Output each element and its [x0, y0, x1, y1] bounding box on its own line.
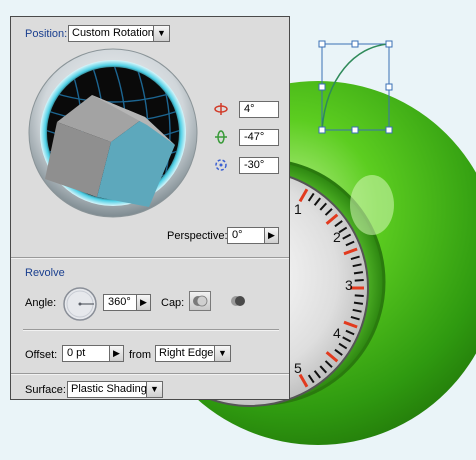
- cap-label: Cap:: [161, 297, 185, 309]
- z-axis-rotate-icon: [215, 159, 227, 171]
- selection-handle[interactable]: [385, 126, 393, 134]
- cap-off-icon[interactable]: [228, 292, 248, 310]
- selection-handle[interactable]: [318, 83, 326, 91]
- gauge-tick: [354, 294, 364, 297]
- cap-on-button[interactable]: [189, 291, 211, 311]
- gauge-tick: [353, 271, 364, 275]
- selection-handle[interactable]: [385, 40, 393, 48]
- revolve-options-panel: Position: Custom Rotation ▼ 4° -47° -30°…: [10, 16, 290, 400]
- rotate-x-field[interactable]: 4°: [239, 101, 279, 118]
- selection-handle[interactable]: [385, 83, 393, 91]
- rotate-z-field[interactable]: -30°: [239, 157, 279, 174]
- gauge-label: 3: [345, 277, 353, 293]
- from-label: from: [129, 349, 151, 361]
- angle-dial[interactable]: [62, 286, 98, 322]
- gauge-label: 5: [294, 360, 302, 376]
- section-divider: [11, 257, 289, 259]
- perspective-value: 0°: [232, 229, 243, 241]
- gauge-label: 4: [333, 325, 341, 341]
- rotate-z-value: -30°: [244, 159, 265, 171]
- gauge-tick: [353, 301, 364, 305]
- offset-from-dropdown[interactable]: Right Edge ▼: [155, 345, 231, 362]
- surface-value: Plastic Shading: [71, 383, 147, 395]
- chevron-right-icon: ▶: [113, 348, 120, 358]
- gauge-label: 1: [294, 201, 302, 217]
- offset-value: 0 pt: [67, 347, 86, 359]
- offset-field[interactable]: 0 pt: [62, 345, 110, 362]
- rotate-y-value: -47°: [244, 131, 265, 143]
- surface-label: Surface:: [25, 384, 66, 396]
- chevron-down-icon: ▼: [214, 346, 230, 361]
- position-label: Position:: [25, 28, 68, 40]
- angle-label: Angle:: [25, 297, 57, 309]
- revolve-title: Revolve: [25, 267, 65, 279]
- offset-from-value: Right Edge: [159, 347, 214, 359]
- perspective-label: Perspective:: [167, 230, 228, 242]
- inner-divider: [23, 329, 279, 331]
- chevron-down-icon: ▼: [146, 382, 162, 397]
- offset-stepper[interactable]: ▶: [109, 345, 124, 362]
- selection-handle[interactable]: [351, 40, 359, 48]
- sphere-highlight: [350, 175, 394, 235]
- rotate-y-field[interactable]: -47°: [239, 129, 279, 146]
- selection-handle[interactable]: [318, 40, 326, 48]
- selection-handle[interactable]: [351, 126, 359, 134]
- y-axis-rotate-icon: [215, 130, 227, 144]
- section-divider: [11, 373, 289, 375]
- chevron-right-icon: ▶: [140, 297, 147, 307]
- position-preset-dropdown[interactable]: Custom Rotation ▼: [68, 25, 170, 42]
- angle-field[interactable]: 360°: [103, 294, 137, 311]
- position-preset-value: Custom Rotation: [72, 27, 154, 39]
- chevron-right-icon: ▶: [268, 230, 275, 240]
- x-axis-rotate-icon: [214, 103, 228, 115]
- offset-label: Offset:: [25, 349, 58, 361]
- gauge-tick: [354, 279, 364, 282]
- track-cube[interactable]: [27, 47, 199, 219]
- angle-stepper[interactable]: ▶: [136, 294, 151, 311]
- gauge-label: 2: [333, 229, 341, 245]
- cap-on-icon: [193, 295, 208, 307]
- chevron-down-icon: ▼: [153, 26, 169, 41]
- rotate-x-value: 4°: [244, 103, 255, 115]
- selection-handle[interactable]: [318, 126, 326, 134]
- surface-dropdown[interactable]: Plastic Shading ▼: [67, 381, 163, 398]
- perspective-stepper[interactable]: ▶: [264, 227, 279, 244]
- perspective-field[interactable]: 0°: [227, 227, 265, 244]
- angle-value: 360°: [108, 296, 131, 308]
